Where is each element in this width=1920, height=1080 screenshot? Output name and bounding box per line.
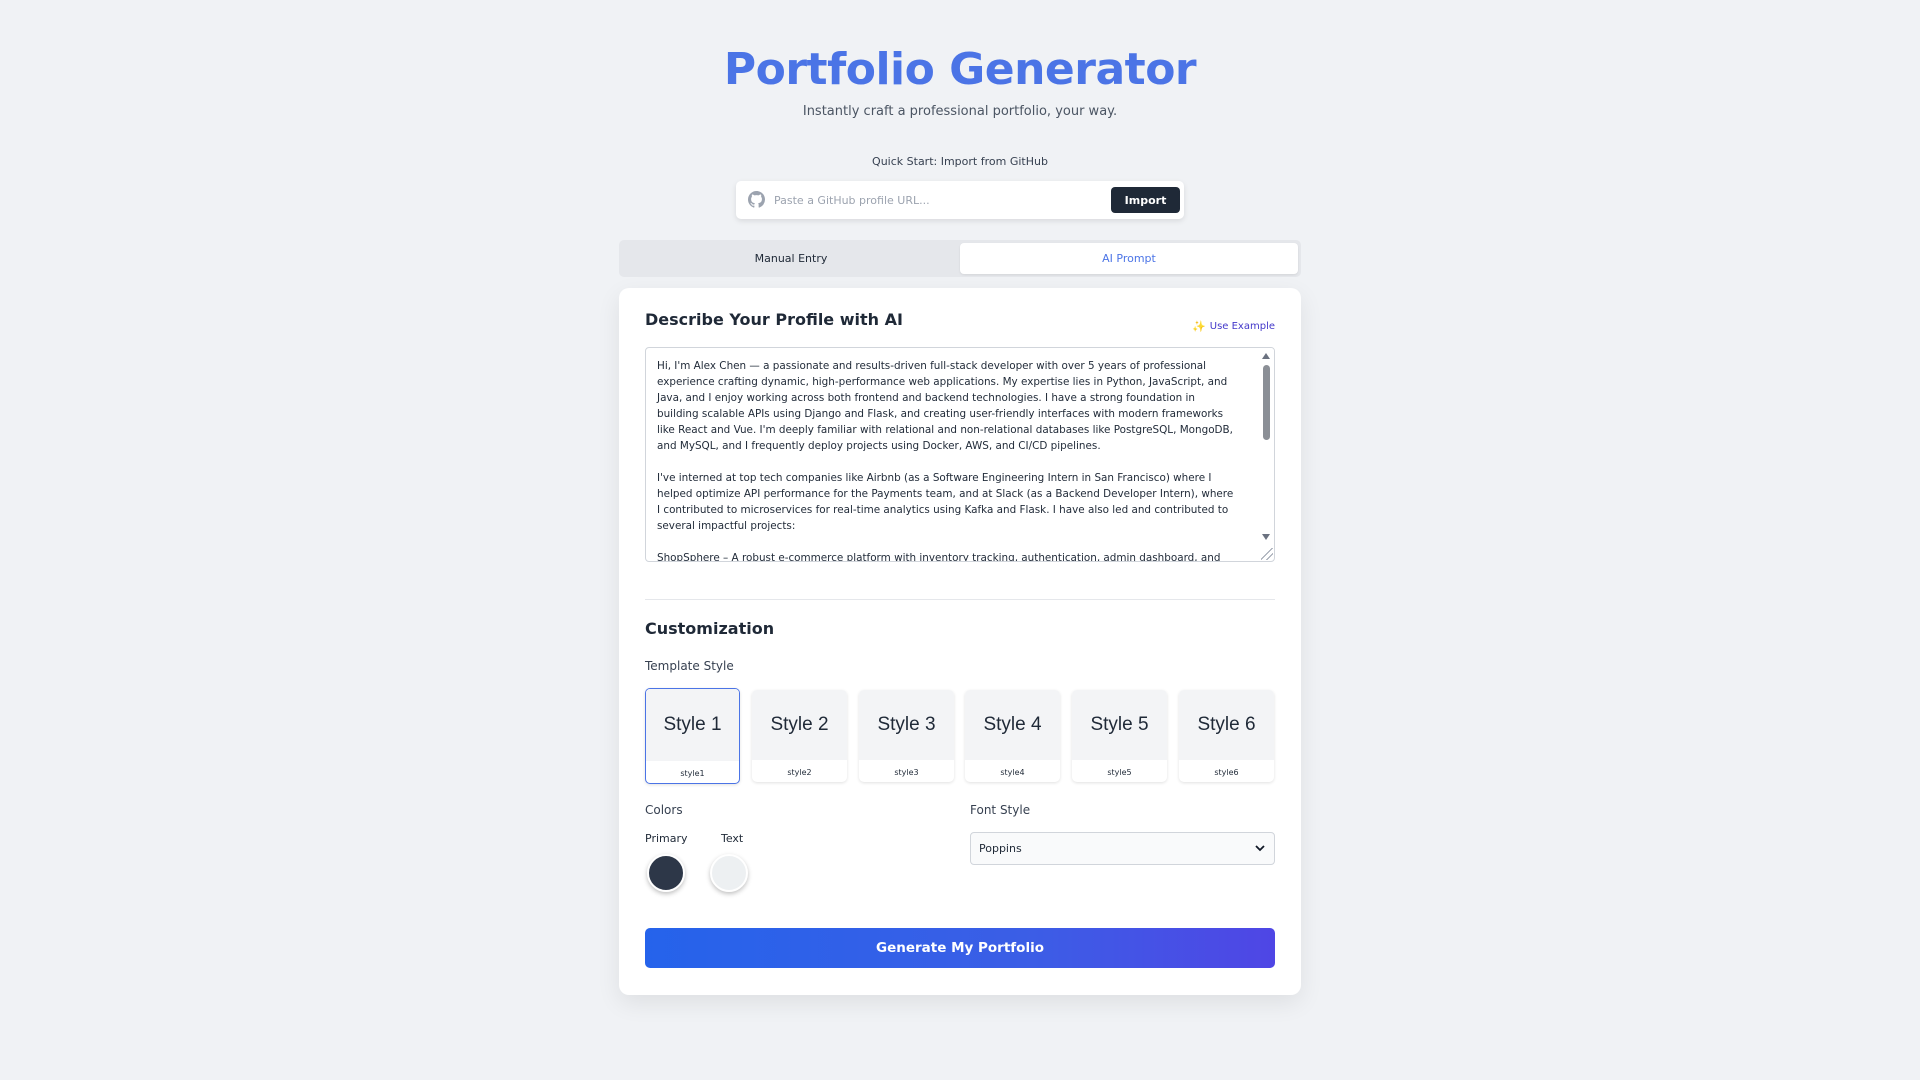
template-card-style3[interactable]: Style 3 style3 — [859, 690, 954, 782]
template-style-grid: Style 1 style1 Style 2 style2 Style 3 st… — [645, 688, 1275, 784]
section-divider — [645, 599, 1275, 600]
tab-manual-entry[interactable]: Manual Entry — [622, 243, 960, 274]
primary-color-label: Primary — [645, 832, 688, 845]
template-preview: Style 1 — [646, 689, 739, 761]
primary-color-swatch[interactable] — [647, 854, 685, 892]
ai-section-title: Describe Your Profile with AI — [645, 310, 903, 329]
tab-ai-prompt[interactable]: AI Prompt — [960, 243, 1298, 274]
template-name: style4 — [1000, 768, 1025, 777]
colors-label: Colors — [645, 803, 683, 817]
template-preview: Style 6 — [1179, 690, 1274, 760]
github-icon — [748, 191, 765, 208]
import-button[interactable]: Import — [1111, 187, 1180, 213]
chevron-down-icon — [1255, 845, 1265, 852]
ai-prompt-text: Hi, I'm Alex Chen — a passionate and res… — [657, 360, 1234, 562]
template-name: style2 — [787, 768, 812, 777]
scroll-up-arrow-icon[interactable] — [1262, 353, 1270, 359]
form-card: Describe Your Profile with AI ✨ Use Exam… — [619, 288, 1301, 995]
template-card-style4[interactable]: Style 4 style4 — [965, 690, 1060, 782]
ai-prompt-textarea[interactable]: Hi, I'm Alex Chen — a passionate and res… — [645, 347, 1275, 562]
sparkle-icon: ✨ — [1192, 320, 1206, 333]
template-preview: Style 4 — [965, 690, 1060, 760]
template-name: style3 — [894, 768, 919, 777]
github-url-input[interactable] — [774, 188, 1074, 212]
template-card-style5[interactable]: Style 5 style5 — [1072, 690, 1167, 782]
customization-title: Customization — [645, 619, 775, 638]
template-card-style1[interactable]: Style 1 style1 — [645, 688, 740, 784]
template-preview: Style 5 — [1072, 690, 1167, 760]
template-preview: Style 3 — [859, 690, 954, 760]
page-title: Portfolio Generator — [723, 44, 1197, 95]
scrollbar-thumb[interactable] — [1263, 365, 1270, 440]
page-subtitle: Instantly craft a professional portfolio… — [802, 104, 1118, 119]
template-name: style1 — [680, 769, 705, 778]
template-style-label: Template Style — [645, 659, 734, 673]
scroll-down-arrow-icon[interactable] — [1262, 534, 1270, 540]
resize-handle-icon[interactable] — [1261, 548, 1273, 560]
textarea-scrollbar[interactable] — [1258, 348, 1274, 547]
template-name: style5 — [1107, 768, 1132, 777]
text-color-swatch[interactable] — [710, 854, 748, 892]
page: Portfolio Generator Instantly craft a pr… — [0, 0, 1920, 1080]
text-color-label: Text — [721, 832, 744, 845]
template-preview: Style 2 — [752, 690, 847, 760]
template-card-style2[interactable]: Style 2 style2 — [752, 690, 847, 782]
template-name: style6 — [1214, 768, 1239, 777]
github-import-bar: Import — [736, 181, 1184, 219]
template-card-style6[interactable]: Style 6 style6 — [1179, 690, 1274, 782]
use-example-button[interactable]: ✨ Use Example — [1192, 320, 1275, 333]
font-style-select[interactable]: Poppins — [970, 832, 1275, 865]
entry-mode-tabs: Manual Entry AI Prompt — [619, 240, 1301, 277]
github-import-label: Quick Start: Import from GitHub — [872, 155, 1048, 168]
font-style-label: Font Style — [970, 803, 1031, 817]
use-example-label: Use Example — [1209, 321, 1275, 332]
generate-portfolio-button[interactable]: Generate My Portfolio — [645, 928, 1275, 968]
